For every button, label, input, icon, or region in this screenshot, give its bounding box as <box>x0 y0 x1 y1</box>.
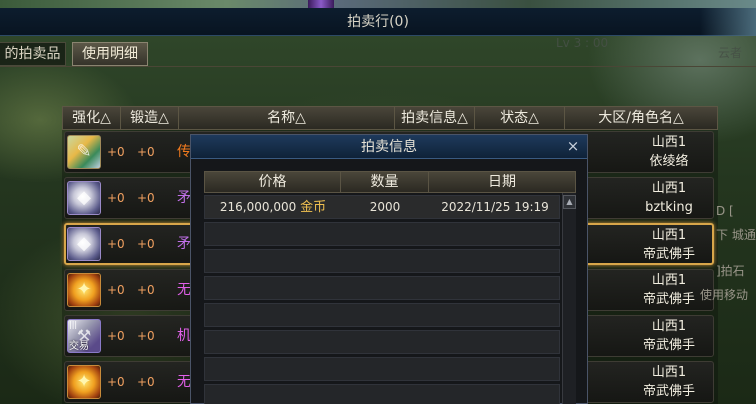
row-region: 山西1 <box>651 365 687 380</box>
tab-divider <box>0 66 756 67</box>
header-forge[interactable]: 锻造△ <box>121 107 179 129</box>
empty-record-row <box>204 276 560 300</box>
row-forge: +0 <box>137 375 155 389</box>
auction-window-title: 拍卖行(0) <box>0 8 756 36</box>
card-icon: ✎ <box>67 135 101 169</box>
row-item-name: 传 <box>177 144 191 160</box>
empty-record-row <box>204 330 560 354</box>
dialog-title: 拍卖信息 <box>191 135 587 159</box>
gold-box-icon: ✦ <box>67 273 101 307</box>
row-item-name: 无 <box>177 282 191 298</box>
scroll-up-icon[interactable]: ▲ <box>563 195 576 209</box>
row-region-role: 山西1 bztking <box>623 178 715 218</box>
tradable-tag: 交易 <box>69 341 89 352</box>
gold-glyph-icon: ✦ <box>76 279 92 300</box>
crystal-glyph-icon: ◆ <box>77 233 91 254</box>
row-forge: +0 <box>137 145 155 159</box>
header-name[interactable]: 名称△ <box>179 107 395 129</box>
row-item-name: 矛 <box>177 236 191 252</box>
header-enhance[interactable]: 强化△ <box>63 107 121 129</box>
row-forge: +0 <box>137 329 155 343</box>
crystal-glyph-icon: ◆ <box>77 187 91 208</box>
row-region-role: 山西1 帝武佛手 <box>623 316 715 356</box>
side-text-fragment: D [ <box>716 204 734 218</box>
title-right-ornament <box>700 8 756 36</box>
record-price-cell: 216,000,000 金币 <box>205 196 341 218</box>
auction-list-header: 强化△ 锻造△ 名称△ 拍卖信息△ 状态△ 大区/角色名△ <box>62 106 718 130</box>
tool-icon: ||| ⚒ 交易 <box>67 319 101 353</box>
right-edge-text: 云者 <box>718 46 743 60</box>
gold-glyph-icon: ✦ <box>76 371 92 392</box>
header-date[interactable]: 日期 <box>429 172 575 192</box>
empty-record-row <box>204 303 560 327</box>
dialog-table-header: 价格 数量 日期 <box>204 171 576 193</box>
row-role: 依绫络 <box>649 154 689 169</box>
side-text-fragment: 使用移动 <box>700 288 749 302</box>
record-price: 216,000,000 <box>219 200 297 214</box>
row-region: 山西1 <box>651 319 687 334</box>
row-enhance: +0 <box>107 145 125 159</box>
window-ornament-gem <box>308 0 334 8</box>
row-forge: +0 <box>137 191 155 205</box>
empty-record-row <box>204 384 560 404</box>
empty-record-row <box>204 222 560 246</box>
tab-usage-details[interactable]: 使用明细 <box>72 42 148 66</box>
row-region: 山西1 <box>651 228 687 243</box>
empty-record-row <box>204 357 560 381</box>
record-date: 2022/11/25 19:19 <box>441 200 549 214</box>
row-region-role: 山西1 依绫络 <box>623 132 715 172</box>
card-glyph-icon: ✎ <box>76 141 92 162</box>
row-enhance: +0 <box>107 191 125 205</box>
row-forge: +0 <box>137 237 155 251</box>
row-region-role: 山西1 帝武佛手 <box>623 362 715 402</box>
row-region: 山西1 <box>651 135 687 150</box>
crystal-icon: ◆ <box>67 181 101 215</box>
row-enhance: +0 <box>107 375 125 389</box>
dialog-title-text: 拍卖信息 <box>361 139 417 155</box>
header-quantity[interactable]: 数量 <box>341 172 429 192</box>
header-region-role[interactable]: 大区/角色名△ <box>565 107 717 129</box>
row-role: 帝武佛手 <box>642 338 695 353</box>
tab-my-auctions[interactable]: 的拍卖品 <box>0 42 66 66</box>
auction-window-title-text: 拍卖行(0) <box>347 14 409 30</box>
dialog-scrollbar[interactable]: ▲ <box>562 193 576 404</box>
row-item-name: 矛 <box>177 190 191 206</box>
top-right-level-text: Lv 3 : 00 <box>556 36 609 50</box>
header-price[interactable]: 价格 <box>205 172 341 192</box>
row-forge: +0 <box>137 283 155 297</box>
crystal-icon: ◆ <box>67 227 101 261</box>
header-status[interactable]: 状态△ <box>475 107 565 129</box>
row-enhance: +0 <box>107 329 125 343</box>
row-enhance: +0 <box>107 283 125 297</box>
background-top-strip <box>0 0 756 8</box>
record-currency: 金币 <box>300 200 327 215</box>
row-role: 帝武佛手 <box>642 247 695 262</box>
row-role: 帝武佛手 <box>642 384 695 399</box>
row-item-name: 无 <box>177 374 191 390</box>
empty-record-row <box>204 249 560 273</box>
gold-box-icon: ✦ <box>67 365 101 399</box>
row-region: 山西1 <box>651 181 687 196</box>
auction-info-dialog: 拍卖信息 × 价格 数量 日期 216,000,000 金币 2000 2022… <box>190 134 588 404</box>
row-enhance: +0 <box>107 237 125 251</box>
side-text-fragment: ]拍石 <box>716 264 745 278</box>
row-item-name: 机 <box>177 328 191 344</box>
price-record-row[interactable]: 216,000,000 金币 2000 2022/11/25 19:19 <box>204 195 560 219</box>
side-text-fragment: 下 城通 <box>716 228 756 242</box>
close-icon[interactable]: × <box>565 135 581 159</box>
row-region-role: 山西1 帝武佛手 <box>623 225 715 263</box>
record-quantity: 2000 <box>369 200 401 214</box>
header-auction-info[interactable]: 拍卖信息△ <box>395 107 475 129</box>
row-role: bztking <box>645 200 693 215</box>
